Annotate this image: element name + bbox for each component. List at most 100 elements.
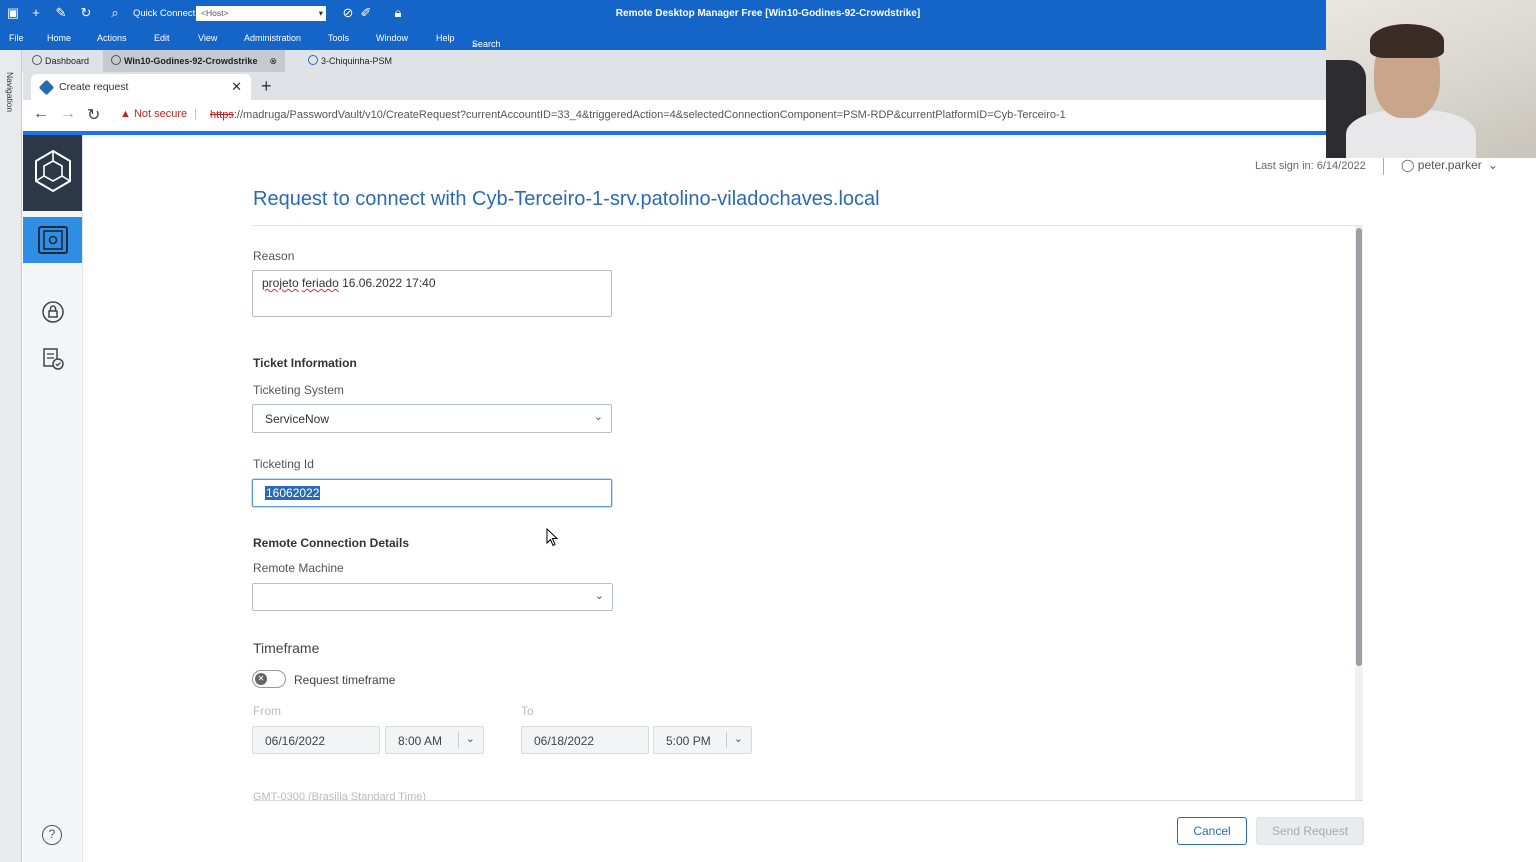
from-date-value: 06/16/2022 — [265, 734, 326, 748]
warning-icon: ▲ — [120, 108, 134, 120]
browser-tab-title: Create request — [59, 81, 129, 93]
cyberark-favicon-icon — [38, 79, 55, 96]
ticketing-id-value: 16062022 — [265, 486, 321, 500]
user-avatar-icon: ◯ — [1401, 158, 1418, 172]
requests-icon[interactable] — [41, 347, 65, 371]
browser-tab[interactable]: Create request ✕ — [31, 74, 251, 100]
scrollbar-thumb[interactable] — [1356, 228, 1362, 666]
divider — [253, 800, 1363, 801]
close-icon[interactable]: ✕ — [231, 74, 242, 100]
menu-file[interactable]: File — [9, 33, 24, 43]
to-label: To — [521, 704, 534, 718]
tab-dashboard[interactable]: Dashboard — [24, 50, 97, 72]
cube-logo-icon — [35, 149, 71, 193]
from-time-select[interactable]: 8:00 AM ⌄ — [385, 726, 484, 754]
from-time-value: 8:00 AM — [398, 734, 443, 748]
ticketing-system-select[interactable]: ServiceNow ⌄ — [252, 404, 612, 433]
sidebar-item-accounts[interactable] — [23, 217, 82, 263]
ticketing-system-value: ServiceNow — [265, 412, 330, 426]
from-label: From — [253, 704, 281, 718]
send-request-button[interactable]: Send Request — [1256, 817, 1364, 845]
not-secure-indicator[interactable]: ▲ Not secure | — [120, 108, 197, 120]
menu-window[interactable]: Window — [376, 33, 408, 43]
tab-win10-godines[interactable]: Win10-Godines-92-Crowdstrike ⊗ — [103, 50, 285, 72]
last-sign-in: Last sign in: 6/14/2022 — [1255, 160, 1366, 172]
not-secure-label: Not secure — [133, 108, 188, 120]
cyberark-logo[interactable] — [23, 135, 82, 211]
timeframe-heading: Timeframe — [253, 640, 320, 656]
rdm-menu-bar: File Home Actions Edit View Administrati… — [0, 27, 1536, 69]
tab-label: Win10-Godines-92-Crowdstrike — [124, 56, 258, 66]
policies-lock-icon[interactable] — [41, 300, 65, 324]
reload-icon[interactable]: ↻ — [87, 105, 100, 125]
ticketing-id-input[interactable]: 16062022 — [252, 479, 612, 507]
remote-connection-heading: Remote Connection Details — [253, 536, 410, 550]
ticketing-system-label: Ticketing System — [253, 383, 344, 397]
chevron-down-icon: ⌄ — [733, 733, 743, 745]
page-load-bar — [23, 131, 1353, 135]
person-hair-shape — [1370, 24, 1444, 58]
ticketing-id-label: Ticketing Id — [253, 457, 314, 471]
mouse-cursor-icon — [546, 528, 559, 547]
menu-administration[interactable]: Administration — [244, 33, 301, 43]
dashboard-icon — [32, 55, 42, 65]
request-timeframe-toggle[interactable]: ✕ — [252, 670, 286, 688]
tab-label: 3-Chiquinha-PSM — [321, 56, 393, 66]
navigation-label: Navigation — [5, 72, 15, 113]
forward-icon[interactable]: → — [60, 105, 76, 123]
form-scrollbar[interactable] — [1355, 226, 1363, 800]
cancel-button[interactable]: Cancel — [1177, 817, 1247, 845]
request-timeframe-label: Request timeframe — [294, 673, 396, 687]
to-time-select[interactable]: 5:00 PM ⌄ — [653, 726, 752, 754]
user-menu[interactable]: ◯ peter.parker ⌄ — [1401, 158, 1498, 172]
divider — [458, 732, 459, 748]
navigation-strip[interactable]: Navigation — [0, 50, 22, 862]
window-title: Remote Desktop Manager Free [Win10-Godin… — [615, 8, 921, 19]
remote-machine-label: Remote Machine — [253, 561, 344, 575]
menu-help[interactable]: Help — [436, 33, 455, 43]
safe-icon — [38, 226, 68, 254]
menu-edit[interactable]: Edit — [154, 33, 170, 43]
user-name: peter.parker — [1417, 158, 1482, 172]
url-scheme: https — [210, 109, 234, 121]
app-sidebar: ? — [23, 135, 83, 862]
reason-label: Reason — [253, 249, 295, 263]
url-text[interactable]: https://madruga/PasswordVault/v10/Create… — [210, 109, 1066, 121]
to-time-value: 5:00 PM — [666, 734, 711, 748]
webcam-overlay — [1326, 0, 1536, 158]
timezone-label: GMT-0300 (Brasilia Standard Time) — [253, 791, 427, 800]
chevron-down-icon: ⌄ — [465, 733, 475, 745]
close-icon[interactable]: ⊗ — [269, 56, 277, 66]
menu-actions[interactable]: Actions — [97, 33, 127, 43]
reason-value: projeto feriado 16.06.2022 17:40 — [262, 276, 436, 290]
rdm-title-bar: ▣ + ✎ ↻ ⌕ Quick Connect <Host> ▾ ⊘ ✐ 🔒︎ … — [0, 0, 1536, 27]
divider — [726, 732, 727, 748]
document-tabs: Dashboard Win10-Godines-92-Crowdstrike ⊗ … — [0, 50, 1536, 72]
address-bar: ← → ↻ ▲ Not secure | https://madruga/Pass… — [23, 100, 1536, 131]
tab-chiquinha-psm[interactable]: 3-Chiquinha-PSM — [300, 50, 400, 72]
menu-home[interactable]: Home — [47, 33, 71, 43]
divider — [253, 225, 1363, 226]
remote-machine-select[interactable]: ⌄ — [252, 583, 613, 611]
chevron-down-icon: ⌄ — [594, 590, 604, 602]
menu-view[interactable]: View — [198, 33, 217, 43]
timezone-clip: GMT-0300 (Brasilia Standard Time) — [253, 788, 653, 800]
header-divider — [1383, 157, 1384, 175]
reason-textarea[interactable]: projeto feriado 16.06.2022 17:40 — [252, 270, 612, 317]
browser-tab-strip: Create request ✕ + — [23, 72, 1536, 100]
to-date-input[interactable]: 06/18/2022 — [521, 726, 649, 754]
chevron-down-icon: ⌄ — [593, 411, 603, 423]
back-icon[interactable]: ← — [33, 105, 49, 123]
from-date-input[interactable]: 06/16/2022 — [252, 726, 380, 754]
to-date-value: 06/18/2022 — [534, 734, 595, 748]
toggle-off-icon: ✕ — [255, 673, 267, 685]
help-icon[interactable]: ? — [42, 825, 62, 845]
ticket-information-heading: Ticket Information — [253, 356, 357, 370]
connection-icon — [308, 55, 318, 65]
chevron-down-icon: ⌄ — [1487, 158, 1498, 172]
connection-icon — [111, 55, 121, 65]
url-path: ://madruga/PasswordVault/v10/CreateReque… — [233, 109, 1066, 121]
menu-tools[interactable]: Tools — [328, 33, 349, 43]
new-tab-icon[interactable]: + — [261, 76, 272, 97]
tab-label: Dashboard — [45, 56, 90, 66]
